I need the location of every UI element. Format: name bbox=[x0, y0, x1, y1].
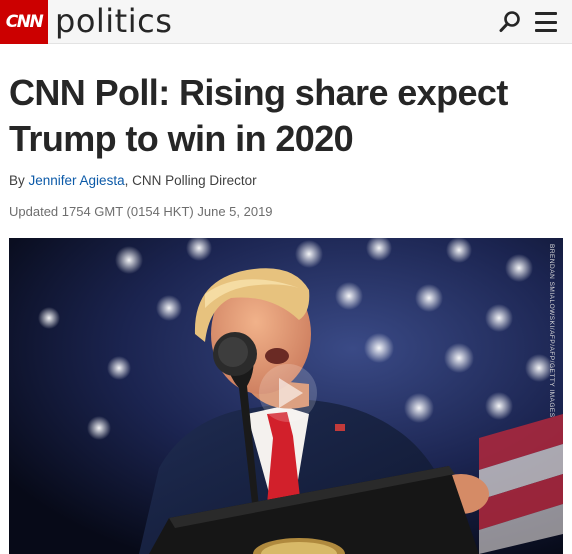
play-button[interactable] bbox=[259, 364, 317, 422]
play-icon bbox=[279, 378, 303, 408]
section-title[interactable]: politics bbox=[55, 1, 172, 41]
byline-prefix: By bbox=[9, 173, 29, 188]
menu-button[interactable] bbox=[534, 10, 558, 34]
search-icon bbox=[499, 11, 520, 32]
author-title: , CNN Polling Director bbox=[124, 173, 257, 188]
photo-credit: BRENDAN SMIALOWSKI/AFP/AFP/GETTY IMAGES bbox=[548, 244, 555, 418]
hamburger-menu-icon bbox=[535, 12, 557, 15]
site-header: CNN politics bbox=[0, 0, 572, 44]
search-button[interactable] bbox=[496, 8, 524, 36]
author-link[interactable]: Jennifer Agiesta bbox=[29, 173, 125, 188]
byline: By Jennifer Agiesta, CNN Polling Directo… bbox=[9, 173, 257, 188]
article-headline: CNN Poll: Rising share expect Trump to w… bbox=[9, 72, 508, 159]
video-player[interactable]: BRENDAN SMIALOWSKI/AFP/AFP/GETTY IMAGES bbox=[9, 238, 563, 554]
cnn-logo[interactable]: CNN bbox=[0, 0, 48, 44]
updated-timestamp: Updated 1754 GMT (0154 HKT) June 5, 2019 bbox=[9, 204, 273, 219]
